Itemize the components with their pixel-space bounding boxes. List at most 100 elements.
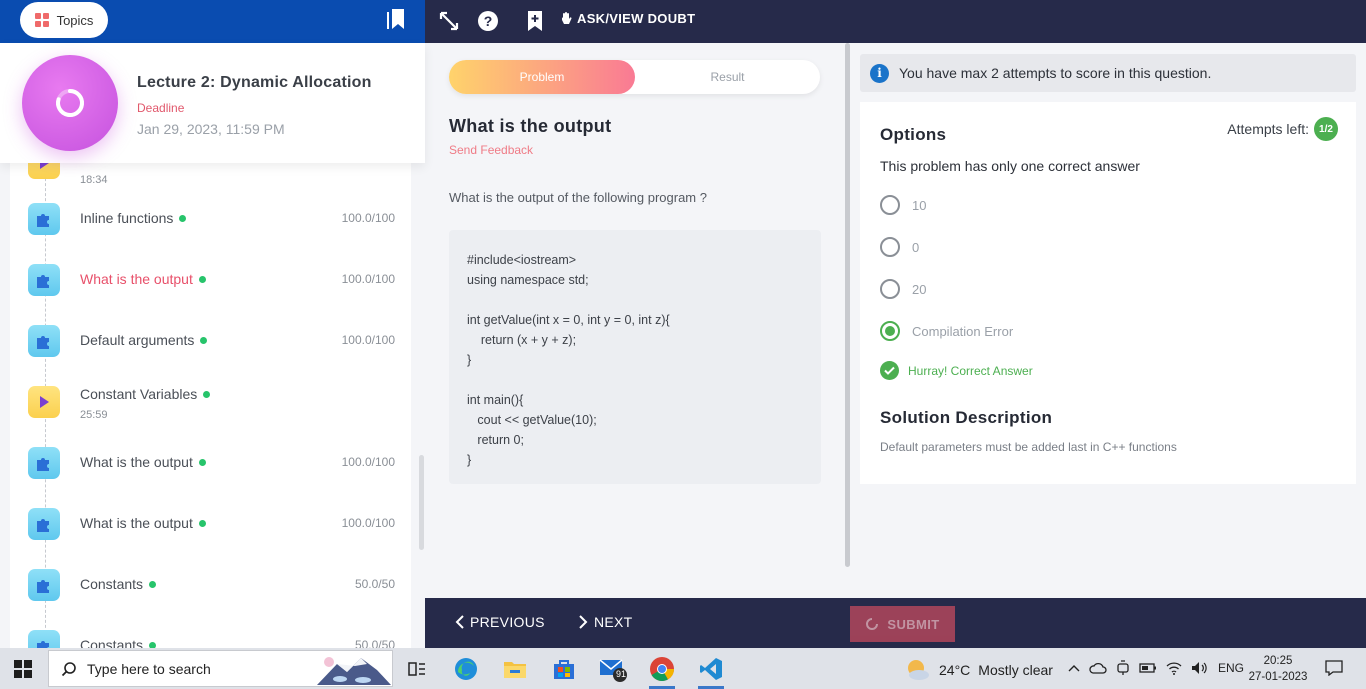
- help-icon[interactable]: ?: [476, 9, 500, 33]
- item-label: What is the output: [80, 515, 206, 531]
- item-score: 100.0/100: [341, 211, 395, 225]
- task-view-icon[interactable]: [402, 654, 432, 684]
- list-item[interactable]: What is the output 100.0/100: [10, 254, 411, 310]
- problem-tabs: Problem Result: [449, 60, 820, 94]
- option-1[interactable]: 10: [880, 193, 1180, 217]
- clock-time: 20:25: [1263, 655, 1293, 667]
- send-feedback-link[interactable]: Send Feedback: [449, 143, 533, 157]
- puzzle-icon: [28, 447, 60, 479]
- weather-moon-cloud-icon: [908, 660, 929, 680]
- item-score: 100.0/100: [341, 333, 395, 347]
- topics-label: Topics: [56, 12, 94, 28]
- list-item[interactable]: Inline functions 100.0/100: [10, 193, 411, 249]
- list-item[interactable]: Default arguments 100.0/100: [10, 315, 411, 371]
- list-item[interactable]: Constants 50.0/50: [10, 620, 411, 648]
- progress-ring: [22, 55, 118, 151]
- chrome-browser-icon[interactable]: [647, 654, 677, 689]
- microsoft-store-icon[interactable]: [549, 654, 579, 684]
- info-icon: i: [870, 63, 889, 83]
- list-item[interactable]: 18:34: [10, 163, 411, 193]
- language-indicator[interactable]: ENG: [1218, 661, 1244, 675]
- option-text: 20: [912, 281, 927, 297]
- sidebar-scrollbar[interactable]: [419, 455, 424, 550]
- option-2[interactable]: 0: [880, 235, 1180, 259]
- edge-browser-icon[interactable]: [451, 654, 481, 684]
- hand-icon: [562, 11, 572, 24]
- battery-icon[interactable]: [1139, 662, 1157, 674]
- puzzle-icon: [28, 325, 60, 357]
- app-window: Topics Lecture 2: Dynamic Allocation Dea…: [0, 0, 1366, 689]
- item-label: What is the output: [80, 454, 206, 470]
- puzzle-icon: [28, 264, 60, 296]
- previous-button[interactable]: PREVIOUS: [455, 614, 545, 630]
- vscode-icon[interactable]: [696, 654, 726, 689]
- weather-widget[interactable]: 24°C Mostly clear: [905, 658, 1053, 682]
- puzzle-icon: [28, 630, 60, 648]
- check-icon: [880, 361, 899, 380]
- item-score: 50.0/50: [354, 577, 395, 591]
- taskbar-clock[interactable]: 20:25 27-01-2023: [1246, 653, 1310, 685]
- attempts-indicator: Attempts left: 1/2: [1227, 117, 1338, 141]
- code-line: }: [467, 453, 472, 467]
- radio-button[interactable]: [880, 237, 900, 257]
- topics-button[interactable]: Topics: [20, 2, 108, 38]
- option-text: 0: [912, 239, 920, 255]
- option-4[interactable]: Compilation Error: [880, 319, 1180, 343]
- puzzle-icon: [28, 508, 60, 540]
- next-button[interactable]: NEXT: [579, 614, 633, 630]
- option-3[interactable]: 20: [880, 277, 1180, 301]
- code-line: #include<iostream>: [467, 253, 577, 267]
- options-card: Options Attempts left: 1/2 This problem …: [860, 102, 1356, 484]
- video-icon: [28, 163, 60, 179]
- list-item[interactable]: Constant Variables 25:59: [10, 376, 411, 432]
- item-score: 100.0/100: [341, 272, 395, 286]
- list-item[interactable]: Constants 50.0/50: [10, 559, 411, 615]
- lecture-title: Lecture 2: Dynamic Allocation: [137, 74, 372, 91]
- deadline-value: Jan 29, 2023, 11:59 PM: [137, 121, 285, 137]
- wifi-icon[interactable]: [1166, 661, 1182, 675]
- chevron-up-icon[interactable]: [1068, 664, 1080, 672]
- status-dot: [198, 458, 206, 466]
- onedrive-icon[interactable]: [1089, 662, 1107, 674]
- problem-panel: Problem Result What is the output Send F…: [425, 43, 850, 598]
- attempts-badge: 1/2: [1314, 117, 1338, 141]
- code-line: cout << getValue(10);: [467, 413, 597, 427]
- item-score: 100.0/100: [341, 455, 395, 469]
- ask-doubt-button[interactable]: ASK/VIEW DOUBT: [560, 11, 695, 26]
- windows-start-icon[interactable]: [14, 660, 32, 678]
- code-line: return 0;: [467, 433, 524, 447]
- item-label: Inline functions: [80, 210, 187, 226]
- radio-button[interactable]: [880, 195, 900, 215]
- tab-result[interactable]: Result: [635, 60, 820, 94]
- list-item[interactable]: What is the output 100.0/100: [10, 437, 411, 493]
- volume-icon[interactable]: [1191, 661, 1209, 675]
- item-label: Constant Variables: [80, 386, 211, 402]
- progress-ring-icon: [56, 89, 84, 117]
- item-label: Default arguments: [80, 332, 208, 348]
- fullscreen-icon[interactable]: [437, 9, 461, 33]
- notification-center-icon[interactable]: [1325, 660, 1343, 676]
- bottom-navigation: PREVIOUS NEXT SUBMIT: [425, 598, 1366, 648]
- file-explorer-icon[interactable]: [500, 654, 530, 684]
- submit-button[interactable]: SUBMIT: [850, 606, 955, 642]
- meet-now-icon[interactable]: [1116, 660, 1130, 676]
- radio-button[interactable]: [880, 279, 900, 299]
- list-item[interactable]: What is the output 100.0/100: [10, 498, 411, 554]
- solution-title: Solution Description: [880, 408, 1053, 427]
- search-icon: [61, 661, 76, 676]
- mail-badge: 91: [616, 669, 627, 679]
- mail-icon[interactable]: 91: [598, 654, 628, 684]
- item-label: Constants: [80, 576, 157, 592]
- system-tray: ENG: [1068, 660, 1244, 676]
- bookmark-add-icon[interactable]: [523, 9, 547, 33]
- grid-icon: [34, 13, 49, 27]
- code-line: using namespace std;: [467, 273, 589, 287]
- code-line: return (x + y + z);: [467, 333, 577, 347]
- bookmarks-icon[interactable]: [386, 7, 406, 31]
- search-placeholder: Type here to search: [87, 660, 211, 677]
- tab-problem[interactable]: Problem: [449, 60, 635, 94]
- question-text: What is the output of the following prog…: [449, 190, 707, 205]
- item-score: 50.0/50: [354, 638, 395, 648]
- radio-button-selected[interactable]: [880, 321, 900, 341]
